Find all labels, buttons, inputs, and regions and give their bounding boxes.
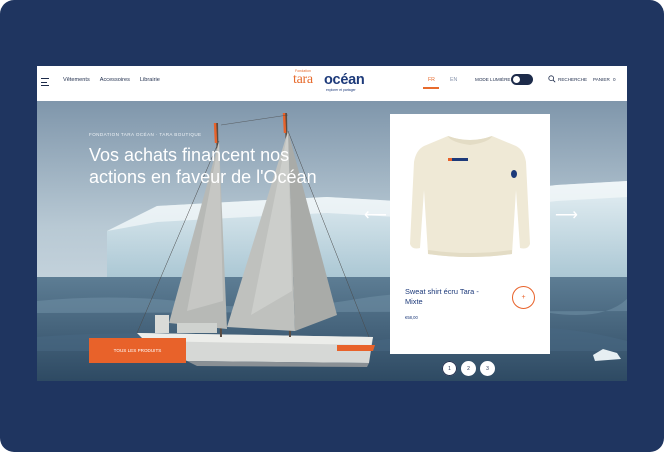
search-icon[interactable] (548, 75, 556, 83)
hamburger-menu-icon[interactable] (41, 78, 49, 86)
carousel-prev-arrow-icon[interactable]: ⟵ (364, 205, 387, 225)
basket-button[interactable]: PANIER (593, 77, 610, 82)
browser-window: Vêtements Accessoires Librairie Fondatio… (37, 66, 627, 381)
carousel-next-arrow-icon[interactable]: ⟶ (555, 205, 578, 225)
language-en[interactable]: EN (450, 77, 457, 83)
outer-frame: Vêtements Accessoires Librairie Fondatio… (0, 0, 664, 452)
product-card[interactable]: Sweat shirt écru Tara - Mixte €58,00 + (390, 114, 550, 354)
product-title[interactable]: Sweat shirt écru Tara - Mixte (405, 287, 490, 307)
logo-ocean-text: océan (324, 72, 365, 88)
nav-clothing[interactable]: Vêtements (63, 77, 90, 83)
top-navigation-bar: Vêtements Accessoires Librairie Fondatio… (37, 66, 627, 101)
pagination-dot-3[interactable]: 3 (480, 361, 495, 376)
language-fr[interactable]: FR (428, 77, 435, 83)
main-nav: Vêtements Accessoires Librairie (63, 77, 160, 83)
pagination-dot-2[interactable]: 2 (461, 361, 476, 376)
nav-accessories[interactable]: Accessoires (100, 77, 130, 83)
hero-headline: Vos achats financent nos actions en fave… (89, 145, 317, 187)
carousel-pagination: 1 2 3 (442, 361, 495, 376)
light-mode-toggle[interactable] (511, 74, 533, 85)
product-price: €58,00 (405, 315, 418, 320)
basket-count: 0 (613, 77, 616, 82)
light-mode-label: MODE LUMIÈRE (475, 77, 511, 82)
all-products-button[interactable]: TOUS LES PRODUITS (89, 338, 186, 363)
sweatshirt-image[interactable] (390, 114, 550, 270)
language-active-underline (423, 87, 439, 89)
logo-tara-text: tara (293, 72, 313, 87)
logo-tagline: explorer et partager (326, 88, 356, 92)
hero-eyebrow: FONDATION TARA OCÉAN · TARA BOUTIQUE (89, 132, 202, 137)
pagination-dot-1[interactable]: 1 (442, 361, 457, 376)
toggle-knob (513, 76, 520, 83)
add-to-cart-button[interactable]: + (512, 286, 535, 309)
tara-ocean-logo[interactable]: Fondation tara océan explorer et partage… (293, 69, 377, 97)
nav-bookshop[interactable]: Librairie (140, 77, 160, 83)
search-button[interactable]: RECHERCHE (558, 77, 587, 82)
hero-banner: FONDATION TARA OCÉAN · TARA BOUTIQUE Vos… (37, 101, 627, 381)
